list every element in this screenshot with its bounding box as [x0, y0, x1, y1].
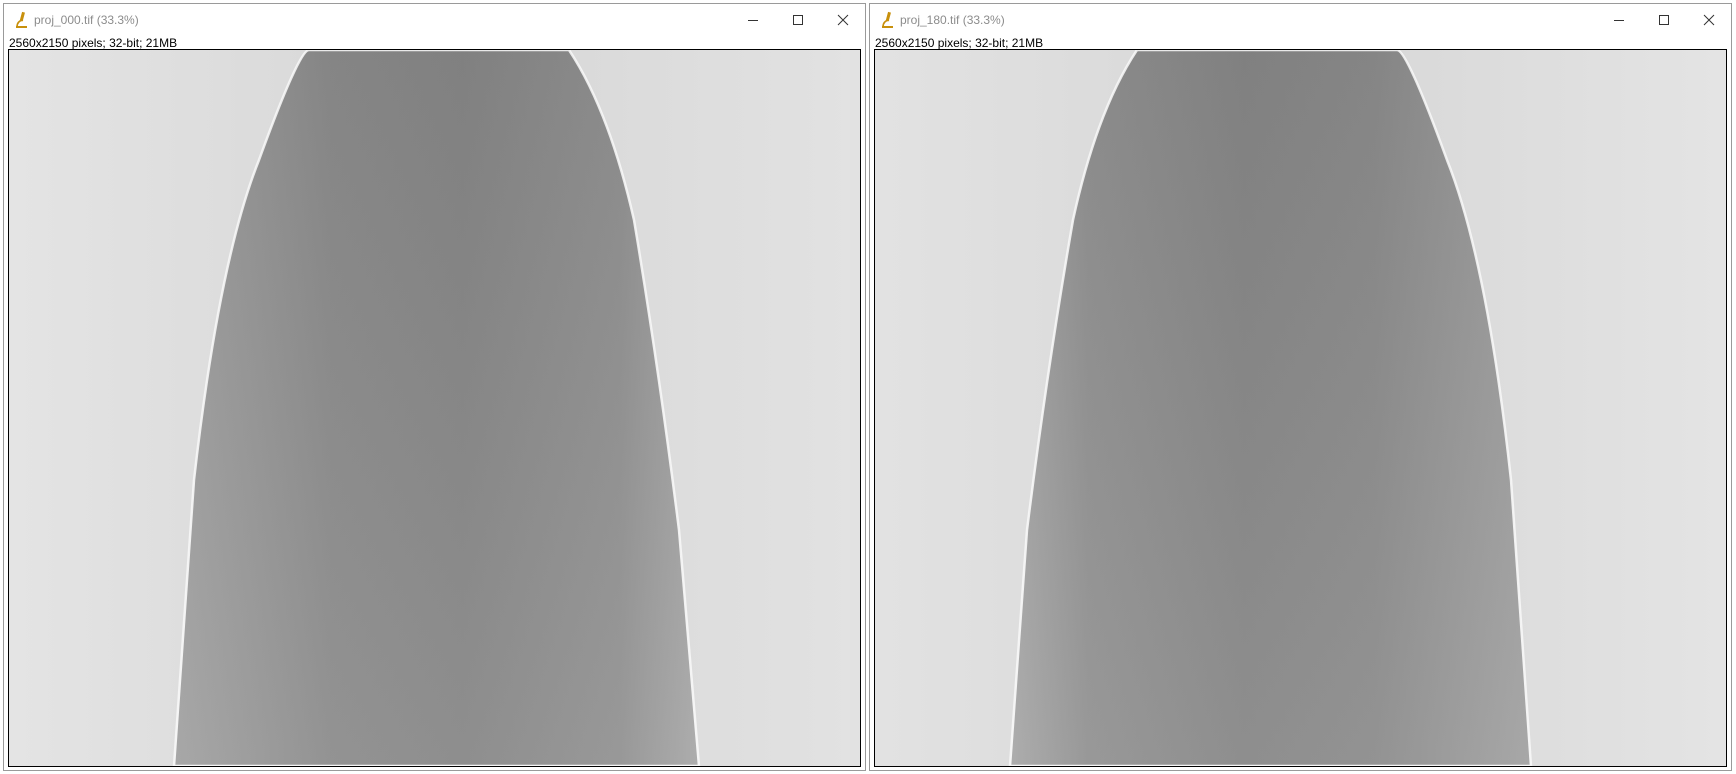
window-titlebar[interactable]: proj_000.tif (33.3%) — [4, 4, 865, 36]
close-icon[interactable] — [1689, 7, 1729, 33]
image-window-proj-180[interactable]: proj_180.tif (33.3%) 2560x2150 pixels; 3… — [869, 3, 1732, 771]
minimize-icon[interactable] — [1599, 7, 1639, 33]
image-window-proj-000[interactable]: proj_000.tif (33.3%) 2560x2150 pixels; 3… — [3, 3, 866, 771]
image-canvas[interactable] — [874, 49, 1727, 767]
microscope-icon — [880, 11, 896, 29]
close-icon[interactable] — [823, 7, 863, 33]
window-title: proj_180.tif (33.3%) — [900, 13, 1005, 27]
microscope-icon — [14, 11, 30, 29]
window-title: proj_000.tif (33.3%) — [34, 13, 139, 27]
window-titlebar[interactable]: proj_180.tif (33.3%) — [870, 4, 1731, 36]
minimize-icon[interactable] — [733, 7, 773, 33]
maximize-icon[interactable] — [778, 7, 818, 33]
projection-image — [9, 50, 860, 766]
image-info-text: 2560x2150 pixels; 32-bit; 21MB — [9, 36, 178, 50]
image-info-text: 2560x2150 pixels; 32-bit; 21MB — [875, 36, 1044, 50]
image-canvas[interactable] — [8, 49, 861, 767]
maximize-icon[interactable] — [1644, 7, 1684, 33]
projection-image — [875, 50, 1726, 766]
